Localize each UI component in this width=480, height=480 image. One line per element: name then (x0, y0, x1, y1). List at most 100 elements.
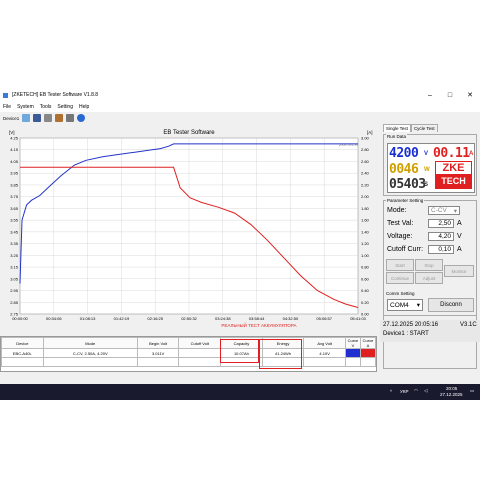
y-right-tick-label: 1.40 (361, 229, 370, 234)
volume-icon[interactable]: ◁ (424, 388, 427, 394)
stop-button[interactable]: Stop (415, 259, 443, 271)
y-left-tick-label: 3.65 (10, 206, 19, 211)
current-readout: 00.11 (433, 146, 470, 161)
test-val-input[interactable]: 2,50 (428, 219, 454, 228)
cell-device: EBC-A40L (1, 348, 44, 358)
cell-avg-volt: 4.10V (303, 348, 346, 358)
power-unit: W (424, 167, 430, 173)
x-tick-label: 03:58:44 (249, 316, 265, 321)
menu-system[interactable]: System (17, 104, 34, 110)
left-axis-unit: [V] (9, 130, 15, 135)
y-right-tick-label: 0.60 (361, 276, 370, 281)
result-table: Device Mode Begin Volt Cutoff Volt Capac… (0, 336, 377, 372)
table-header-row: Device Mode Begin Volt Cutoff Volt Capac… (1, 337, 377, 349)
app-icon (3, 92, 8, 98)
y-right-tick-label: 3.00 (361, 136, 370, 141)
continue-button[interactable]: Continue (386, 272, 414, 284)
clock-date[interactable]: 27.12.2025 (440, 392, 463, 397)
test-val-label: Test Val: (387, 220, 414, 227)
time-unit: S (424, 182, 429, 188)
run-data-group: Run Data 4200 V 00.11 A 0046 W 05403 S Z… (383, 134, 477, 196)
chevron-down-icon: ▾ (453, 207, 457, 215)
header-curve-a: Curve A (359, 337, 377, 349)
y-left-tick-label: 4.25 (10, 136, 19, 141)
power-readout: 0046 (389, 162, 419, 177)
info-icon[interactable] (77, 114, 86, 122)
right-axis-unit: [A] (367, 130, 373, 135)
y-left-tick-label: 2.95 (10, 288, 19, 293)
run-data-display: 4200 V 00.11 A 0046 W 05403 S ZKE TECH (387, 143, 475, 193)
menu-help[interactable]: Help (79, 104, 89, 110)
cutoff-label: Cutoff Curr: (387, 246, 424, 253)
menu-tools[interactable]: Tools (40, 104, 52, 110)
start-button[interactable]: Start (386, 259, 414, 271)
network-icon[interactable]: ◠ (414, 388, 418, 394)
y-right-tick-label: 2.80 (361, 147, 370, 152)
y-left-tick-label: 3.75 (10, 194, 19, 199)
voltage-label: Voltage: (387, 233, 413, 240)
y-left-tick-label: 3.45 (10, 229, 19, 234)
status-device-state: Device1 : START (383, 331, 429, 337)
y-right-tick-label: 1.20 (361, 241, 370, 246)
title-bar: [ZKETECH] EB Tester Software V1.8.8 – □ … (0, 88, 480, 102)
print-icon[interactable] (44, 114, 53, 122)
header-device: Device (1, 337, 44, 349)
menu-bar: File System Tools Setting Help (0, 102, 480, 112)
energy-highlight (259, 339, 302, 369)
y-right-tick-label: 1.60 (361, 218, 370, 223)
voltage-unit: V (457, 233, 462, 240)
connect-icon[interactable] (22, 114, 31, 122)
header-begin-volt: Begin Volt (136, 337, 180, 349)
table-empty-row (1, 357, 377, 367)
current-unit: A (469, 151, 474, 157)
curve-a-swatch[interactable] (359, 348, 377, 358)
y-left-tick-label: 3.25 (10, 253, 19, 258)
cutoff-unit: A (457, 246, 462, 253)
cutoff-input[interactable]: 0,10 (428, 245, 454, 254)
menu-setting[interactable]: Setting (57, 104, 73, 110)
chevron-down-icon: ▾ (416, 302, 420, 309)
parameter-setting-group: Parameter Setting Mode: C-CV ▾ Test Val: … (383, 198, 477, 316)
overlay-caption: РЕАЛЬНЫЙ ТЕСТ АККУМУЛЯТОРА (221, 321, 296, 328)
port-select[interactable]: COM4 ▾ (387, 299, 423, 311)
clock-time[interactable]: 20:05 (446, 386, 457, 391)
settings-icon[interactable] (66, 114, 75, 122)
language-indicator[interactable]: УКР (400, 389, 408, 394)
voltage-input[interactable]: 4,20 (428, 232, 454, 241)
header-cutoff-volt: Cutoff Volt (178, 337, 222, 349)
y-right-tick-label: 2.20 (361, 182, 370, 187)
adjust-button[interactable]: Adjust (415, 272, 443, 284)
tools-icon[interactable] (55, 114, 64, 122)
curve-v-swatch[interactable] (344, 348, 361, 358)
y-right-tick-label: 0.40 (361, 288, 370, 293)
monitor-button[interactable]: Monitor (444, 265, 474, 277)
x-tick-label: 00:00:00 (12, 316, 28, 321)
save-icon[interactable] (33, 114, 42, 122)
notification-icon[interactable]: ▭ (470, 388, 474, 394)
comm-setting-label: Comm Setting (386, 291, 415, 296)
menu-file[interactable]: File (3, 104, 11, 110)
mode-select[interactable]: C-CV ▾ (428, 206, 460, 215)
close-button[interactable]: ✕ (460, 88, 480, 102)
maximize-button[interactable]: □ (440, 88, 460, 102)
y-right-tick-label: 1.80 (361, 206, 370, 211)
status-datetime: 27.12.2025 20:05:16 (383, 322, 439, 328)
minimize-button[interactable]: – (420, 88, 440, 102)
x-tick-label: 01:08:13 (80, 316, 96, 321)
x-tick-label: 03:24:38 (215, 316, 231, 321)
y-right-tick-label: 2.40 (361, 171, 370, 176)
y-left-tick-label: 3.15 (10, 265, 19, 270)
y-left-tick-label: 3.55 (10, 218, 19, 223)
table-row[interactable]: EBC-A40L C-CV, 2.50A, 4.20V 3.011V 10.07… (1, 348, 377, 358)
y-right-tick-label: 1.00 (361, 253, 370, 258)
mode-select-value: C-CV (431, 207, 447, 214)
x-tick-label: 02:16:25 (147, 316, 163, 321)
tray-chevron-icon[interactable]: ^ (390, 389, 392, 394)
header-avg-volt: Avg Volt (303, 337, 346, 349)
port-value: COM4 (390, 301, 409, 309)
tab-cycle-test[interactable]: Cycle Test (410, 124, 438, 132)
disconnect-button[interactable]: Disconn (428, 298, 474, 312)
header-curve-v: Curve V (344, 337, 361, 349)
y-left-tick-label: 4.15 (10, 147, 19, 152)
tab-single-test[interactable]: Single Test (383, 124, 411, 132)
